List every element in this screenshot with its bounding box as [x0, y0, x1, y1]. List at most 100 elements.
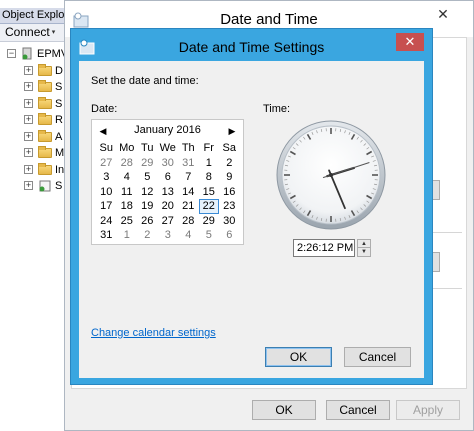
calendar-day[interactable]: 14 [178, 185, 199, 200]
dialog-title: Date and Time Settings [178, 39, 325, 55]
tree-node-label: S [55, 97, 63, 110]
weekday-label: Su [99, 142, 113, 154]
tree-node-label: R [55, 114, 63, 126]
calendar-day[interactable]: 8 [199, 170, 220, 185]
calendar[interactable]: ◀ January 2016 ▶ Su Mo Tu We Th Fr Sa 27 28 29 30 3… [91, 119, 244, 245]
expand-icon[interactable]: + [24, 131, 33, 141]
expand-icon[interactable]: + [24, 65, 33, 75]
connect-button[interactable]: Connect [5, 25, 50, 39]
time-input[interactable]: 2:26:12 PM [293, 239, 355, 257]
folder-icon [38, 129, 52, 142]
calendar-day[interactable]: 4 [178, 228, 199, 243]
folder-icon [38, 162, 52, 175]
expand-icon[interactable]: + [24, 148, 33, 157]
calendar-week-row: 31 1 2 3 4 5 6 [96, 228, 240, 243]
calendar-day[interactable]: 12 [137, 185, 158, 200]
calendar-day[interactable]: 29 [199, 214, 220, 229]
tree-node-label: In [55, 163, 65, 176]
expand-icon[interactable]: + [24, 98, 33, 108]
tree-node-label: S [55, 81, 63, 93]
calendar-day[interactable]: 16 [219, 185, 240, 200]
dialog-ok-button[interactable]: OK [265, 347, 332, 367]
calendar-day[interactable]: 26 [137, 214, 158, 229]
weekday-label: We [159, 142, 176, 154]
calendar-day[interactable]: 7 [178, 170, 199, 185]
calendar-day-selected[interactable]: 22 [198, 199, 219, 214]
calendar-day[interactable]: 1 [199, 156, 220, 171]
time-spinner[interactable]: ▲ ▼ [357, 239, 371, 257]
dialog-cancel-button[interactable]: Cancel [344, 347, 411, 367]
dialog-body: Set the date and time: Date: Time: ◀ Jan… [79, 61, 424, 378]
calendar-day[interactable]: 10 [96, 185, 117, 200]
change-calendar-settings-link[interactable]: Change calendar settings [91, 327, 216, 339]
close-icon[interactable]: ✕ [396, 33, 424, 51]
calendar-day[interactable]: 5 [199, 228, 220, 243]
calendar-day[interactable]: 31 [178, 156, 199, 171]
server-icon [22, 47, 32, 60]
calendar-week-row: 27 28 29 30 31 1 2 [96, 156, 240, 171]
calendar-day[interactable]: 3 [96, 170, 117, 185]
window-ok-button[interactable]: OK [252, 400, 316, 420]
expand-icon[interactable]: + [24, 164, 33, 174]
calendar-month-label[interactable]: January 2016 [92, 124, 243, 136]
folder-icon [38, 96, 52, 109]
calendar-day[interactable]: 17 [96, 199, 117, 214]
chevron-down-icon[interactable]: ▾ [52, 29, 56, 36]
date-and-time-title: Date and Time [220, 11, 318, 28]
weekday-label: Fr [203, 142, 214, 154]
divider [432, 232, 462, 233]
expand-icon[interactable]: + [24, 181, 33, 190]
weekday-label: Mo [119, 142, 135, 154]
calendar-day[interactable]: 9 [219, 170, 240, 185]
calendar-day[interactable]: 27 [158, 214, 179, 229]
calendar-day[interactable]: 15 [199, 185, 220, 200]
clock-center [329, 173, 333, 177]
calendar-day[interactable]: 25 [117, 214, 138, 229]
date-time-settings-dialog: Date and Time Settings ✕ Set the date an… [70, 28, 433, 385]
calendar-day[interactable]: 24 [96, 214, 117, 229]
calendar-day[interactable]: 31 [96, 228, 117, 243]
tree-node-label: D [55, 64, 63, 77]
calendar-day[interactable]: 30 [158, 156, 179, 171]
folder-icon [38, 63, 52, 76]
calendar-day[interactable]: 5 [137, 170, 158, 185]
calendar-day[interactable]: 6 [158, 170, 179, 185]
calendar-day[interactable]: 3 [158, 228, 179, 243]
calendar-weekday-row: Su Mo Tu We Th Fr Sa [96, 141, 240, 156]
tree-node-label: M [55, 147, 65, 159]
calendar-day[interactable]: 23 [219, 199, 240, 214]
calendar-day[interactable]: 28 [178, 214, 199, 229]
weekday-label: Tu [141, 142, 154, 154]
close-icon[interactable]: ✕ [433, 5, 453, 23]
set-date-time-prompt: Set the date and time: [91, 75, 199, 87]
calendar-day[interactable]: 20 [158, 199, 179, 214]
window-cancel-button[interactable]: Cancel [326, 400, 390, 420]
weekday-label: Sa [222, 142, 236, 154]
expand-icon[interactable]: + [24, 82, 33, 91]
calendar-day[interactable]: 27 [96, 156, 117, 171]
spin-up-icon[interactable]: ▲ [358, 240, 370, 248]
next-month-icon[interactable]: ▶ [226, 125, 238, 137]
calendar-day[interactable]: 1 [117, 228, 138, 243]
calendar-week-row: 17 18 19 20 21 22 23 [96, 199, 240, 214]
calendar-day[interactable]: 2 [219, 156, 240, 171]
expand-icon[interactable]: + [24, 115, 33, 124]
calendar-day[interactable]: 11 [117, 185, 138, 200]
calendar-day[interactable]: 18 [117, 199, 138, 214]
calendar-day[interactable]: 21 [178, 199, 199, 214]
calendar-day[interactable]: 29 [137, 156, 158, 171]
window-apply-button[interactable]: Apply [396, 400, 460, 420]
calendar-day[interactable]: 2 [137, 228, 158, 243]
calendar-day[interactable]: 28 [117, 156, 138, 171]
calendar-week-row: 24 25 26 27 28 29 30 [96, 214, 240, 229]
divider [432, 288, 462, 289]
calendar-day[interactable]: 19 [137, 199, 158, 214]
calendar-week-row: 10 11 12 13 14 15 16 [96, 185, 240, 200]
calendar-day[interactable]: 13 [158, 185, 179, 200]
calendar-day[interactable]: 6 [219, 228, 240, 243]
spin-down-icon[interactable]: ▼ [358, 248, 370, 256]
collapse-icon[interactable]: − [7, 49, 16, 58]
calendar-day[interactable]: 30 [219, 214, 240, 229]
calendar-day[interactable]: 4 [117, 170, 138, 185]
analog-clock [276, 120, 386, 230]
